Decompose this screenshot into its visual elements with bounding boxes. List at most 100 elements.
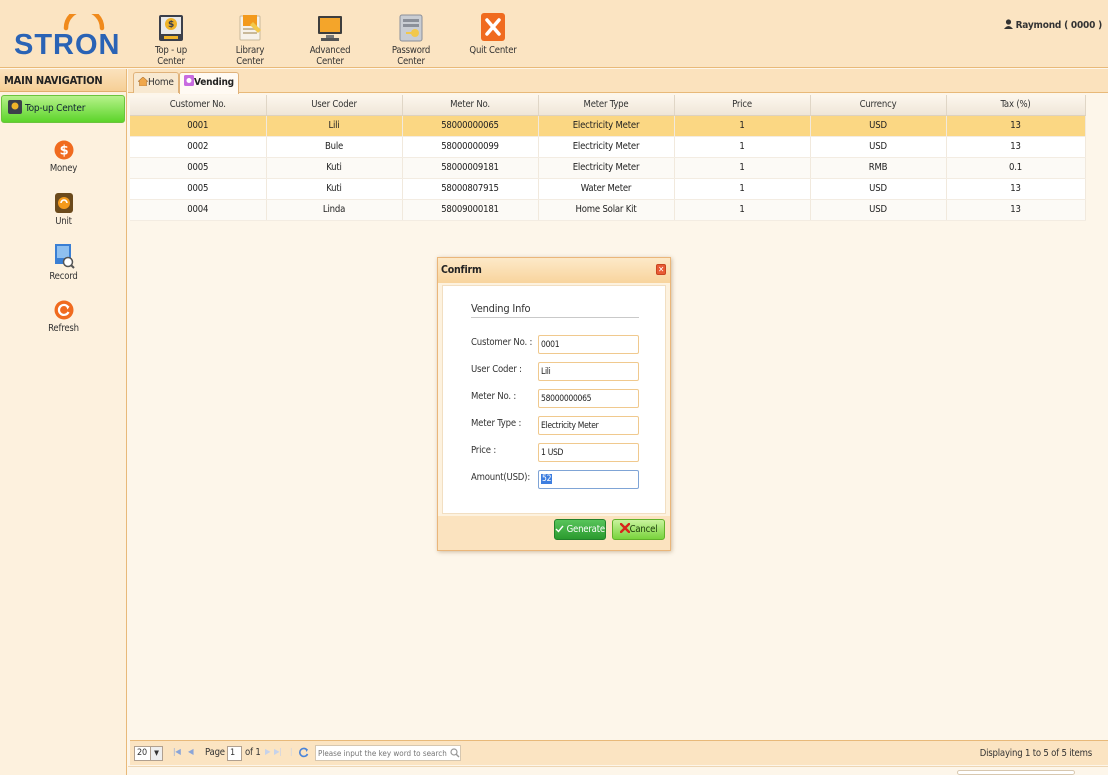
table-cell: 0005 [130,157,267,179]
sidebar-item-label: Refresh [48,323,79,334]
reload-icon[interactable] [299,747,309,758]
tab-vending[interactable]: Vending [179,72,239,94]
refresh-icon [54,300,73,320]
next-page-icon[interactable]: ▶ [265,747,271,756]
column-header[interactable]: Price [674,95,811,116]
user-coder-field[interactable] [538,362,639,381]
column-header[interactable]: Tax (%) [946,95,1086,116]
search-input[interactable] [315,745,461,761]
first-page-icon[interactable]: |◀ [173,747,181,756]
prev-page-icon[interactable]: ◀ [188,747,194,756]
dialog-body: Vending Info Customer No. : User Coder :… [442,285,666,514]
page-size-select[interactable]: 20 ▼ [134,746,163,761]
sidebar-item-refresh[interactable]: Refresh [0,299,127,334]
meter-type-field[interactable] [538,416,639,435]
table-row[interactable]: 0002 Bule 58000000099 Electricity Meter … [130,136,1086,158]
svg-text:$: $ [59,144,68,159]
meter-no-field[interactable] [538,389,639,408]
horizontal-scrollbar[interactable] [957,770,1075,775]
table-row[interactable]: 0004 Linda 58009000181 Home Solar Kit 1 … [130,199,1086,221]
sidebar-item-label: Record [49,271,78,282]
header-bar: STRON $ Top - up Center Library Center A… [0,0,1108,68]
topnav-advanced-center[interactable]: Advanced Center [298,12,362,67]
table-cell: 1 [674,199,811,221]
column-header[interactable]: Meter No. [402,95,539,116]
table-row[interactable]: 0005 Kuti 58000807915 Water Meter 1 USD … [130,178,1086,200]
table-row[interactable]: 0001 Lili 58000000065 Electricity Meter … [130,115,1086,137]
cancel-label: Cancel [629,524,658,535]
customer-no-field[interactable] [538,335,639,354]
page-label: Page [205,747,225,758]
search-icon[interactable] [450,748,460,758]
dialog-title: Confirm [438,258,670,283]
sidebar-item-money[interactable]: $ Money [0,139,127,174]
page-number-input[interactable]: 1 [227,746,242,761]
chevron-down-icon: ▼ [150,747,162,760]
stron-logo: STRON [14,14,118,58]
nav-group-topup-center[interactable]: Top-up Center [1,95,125,123]
tab-bar: Home Vending [128,69,1108,94]
cancel-button[interactable]: Cancel [612,519,665,540]
record-icon [54,244,75,269]
tab-label: Vending [194,77,234,88]
table-cell: 0.1 [946,157,1086,179]
last-page-icon[interactable]: ▶| [274,747,282,756]
table-cell: 58000009181 [402,157,539,179]
sidebar-item-unit[interactable]: Unit [0,192,127,227]
check-icon [555,525,564,533]
library-icon [239,15,261,41]
table-cell: Electricity Meter [538,136,675,158]
customer-no-label: Customer No. : [471,337,533,348]
user-menu[interactable]: Raymond ( 0000 ) [1003,19,1102,31]
nav-group-label: Top-up Center [25,103,86,114]
main-navigation: MAIN NAVIGATION Top-up Center $ Money Un… [0,69,127,775]
topnav-quit-center[interactable]: Quit Center [468,12,518,62]
amount-field[interactable]: 52 [538,470,639,489]
table-cell: Electricity Meter [538,115,675,137]
topnav-library-center[interactable]: Library Center [222,12,278,67]
table-cell: 13 [946,115,1086,137]
price-label: Price : [471,445,497,456]
price-field[interactable] [538,443,639,462]
generate-button[interactable]: Generate [554,519,606,540]
topup-group-icon [8,100,22,114]
table-cell: 0004 [130,199,267,221]
table-cell: USD [810,115,947,137]
topnav-label: Library Center [235,45,265,67]
table-cell: 58009000181 [402,199,539,221]
table-cell: 1 [674,178,811,200]
pagination-bar: 20 ▼ |◀ ◀ Page 1 of 1 ▶ ▶| | Displaying … [130,740,1108,765]
table-cell: USD [810,178,947,200]
column-header[interactable]: Customer No. [130,95,267,116]
section-title: Vending Info [471,302,531,315]
topnav-label: Top - up Center [154,45,188,67]
amount-label: Amount(USD): [471,472,531,483]
meter-type-label: Meter Type : [471,418,522,429]
table-row[interactable]: 0005 Kuti 58000009181 Electricity Meter … [130,157,1086,179]
column-header[interactable]: User Coder [266,95,403,116]
table-cell: 0002 [130,136,267,158]
topnav-password-center[interactable]: Password Center [380,12,442,67]
user-icon [1003,19,1013,29]
column-header[interactable]: Meter Type [538,95,675,116]
topnav-label: Advanced Center [309,45,351,67]
confirm-dialog: Confirm ✕ Vending Info Customer No. : Us… [437,257,671,551]
meter-no-label: Meter No. : [471,391,517,402]
page-size-value: 20 [137,748,147,758]
close-icon[interactable]: ✕ [656,264,666,275]
table-cell: 58000000065 [402,115,539,137]
table-cell: Bule [266,136,403,158]
tab-label: Home [148,77,174,88]
sidebar-item-record[interactable]: Record [0,243,127,282]
generate-label: Generate [566,524,606,535]
table-cell: Home Solar Kit [538,199,675,221]
table-cell: Kuti [266,178,403,200]
column-header[interactable]: Currency [810,95,947,116]
page-number-value: 1 [230,748,235,758]
cancel-icon [619,522,630,534]
dialog-footer: Generate Cancel [438,516,670,550]
advanced-icon [318,16,342,41]
vending-grid: Customer No. User Coder Meter No. Meter … [130,95,1086,221]
tab-home[interactable]: Home [133,72,179,93]
topnav-topup-center[interactable]: $ Top - up Center [140,12,202,67]
